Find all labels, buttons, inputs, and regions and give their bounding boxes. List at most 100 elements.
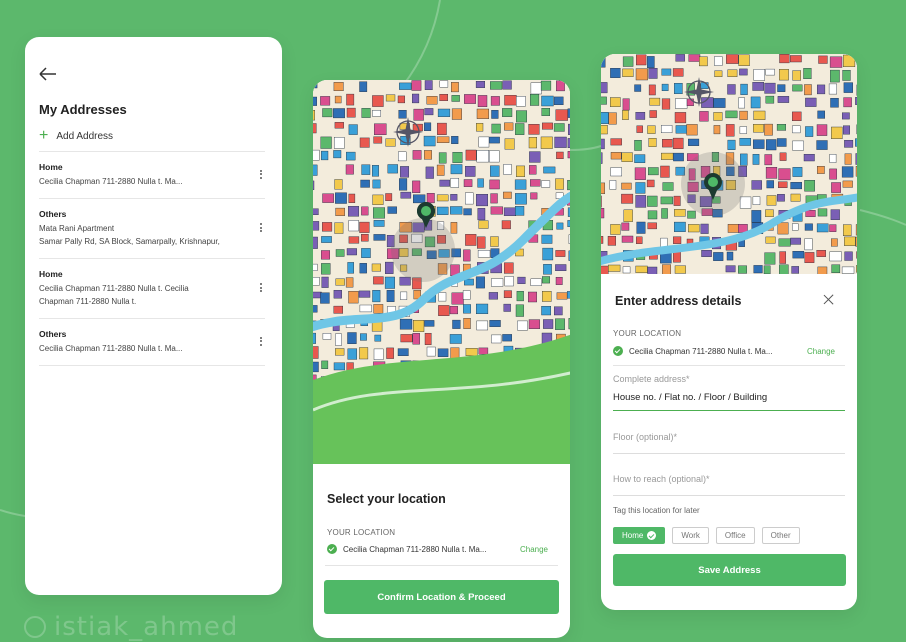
map-building [529, 93, 540, 106]
map-building [321, 263, 331, 275]
watermark: istiak_ahmed [24, 612, 238, 642]
map-building [399, 178, 408, 191]
map-building [752, 82, 765, 91]
map-building [373, 220, 385, 227]
address-item[interactable]: Home Cecilia Chapman 711-2880 Nulla t. M… [39, 151, 265, 198]
map-building [478, 347, 489, 355]
map-building [503, 191, 512, 199]
address-line: Cecilia Chapman 711-2880 Nulla t. Cecili… [39, 284, 189, 293]
map-building [649, 110, 657, 118]
map-building [764, 123, 773, 136]
map-building [313, 276, 320, 286]
map-building [791, 266, 800, 274]
map-building [436, 136, 450, 144]
map-building [831, 182, 841, 193]
floor-field[interactable]: Floor (optional)* [613, 432, 845, 454]
map-building [791, 223, 799, 231]
address-item[interactable]: Others Cecilia Chapman 711-2880 Nulla t.… [39, 318, 265, 366]
change-location-link[interactable]: Change [520, 545, 548, 554]
more-options-icon[interactable] [257, 335, 265, 349]
map-building [530, 192, 538, 200]
address-item[interactable]: Others Mata Rani Apartment Samar Pally R… [39, 198, 265, 258]
map-building [361, 233, 369, 242]
map-building [313, 263, 318, 271]
map-building [372, 165, 379, 177]
map-building [608, 112, 617, 125]
map-building [541, 234, 553, 244]
more-options-icon[interactable] [257, 168, 265, 182]
map-building [842, 125, 850, 135]
map-building [555, 178, 564, 190]
tag-work[interactable]: Work [672, 527, 709, 544]
confirm-location-button[interactable]: Confirm Location & Proceed [324, 580, 559, 614]
map-building [347, 262, 354, 274]
map-building [687, 210, 696, 219]
map-building [674, 112, 687, 124]
map-building [516, 110, 528, 123]
address-details-screen: Enter address details YOUR LOCATION Ceci… [601, 54, 857, 610]
add-address-label: Add Address [56, 130, 114, 142]
map-building [359, 81, 368, 92]
map-building [346, 151, 356, 161]
complete-address-field[interactable]: Complete address* House no. / Flat no. /… [613, 374, 845, 411]
map-building [622, 56, 634, 67]
map-building [700, 223, 709, 234]
map-building [374, 334, 382, 342]
map-building [450, 206, 463, 215]
map-building [621, 182, 632, 190]
map-building [333, 289, 342, 299]
how-to-reach-field[interactable]: How to reach (optional)* [613, 474, 845, 496]
map-building [567, 138, 570, 149]
map-building [490, 193, 498, 204]
add-address-button[interactable]: + Add Address [39, 128, 114, 144]
more-options-icon[interactable] [257, 222, 265, 236]
arrow-left-icon[interactable] [39, 67, 57, 81]
map-building [830, 69, 840, 83]
map-building [725, 265, 736, 273]
map-building [514, 193, 527, 205]
tag-other[interactable]: Other [761, 527, 800, 544]
location-value: Cecilia Chapman 711-2880 Nulla t. Ma... [343, 544, 487, 554]
map-view[interactable] [601, 54, 857, 274]
map-building [399, 82, 412, 90]
map-building [740, 83, 748, 95]
map-building [373, 136, 383, 144]
map-building [648, 67, 658, 79]
map-building [649, 97, 661, 106]
map-building [555, 250, 566, 257]
map-building [321, 150, 329, 161]
map-building [648, 167, 659, 176]
map-building [753, 69, 765, 81]
map-building [313, 305, 318, 313]
tag-home[interactable]: Home [613, 527, 666, 544]
close-icon[interactable] [823, 294, 835, 306]
map-building [540, 136, 553, 149]
map-building [842, 180, 853, 188]
map-building [601, 138, 605, 150]
address-item[interactable]: Home Cecilia Chapman 711-2880 Nulla t. C… [39, 258, 265, 318]
map-building [475, 81, 486, 88]
map-building [516, 290, 524, 302]
check-circle-icon [327, 544, 337, 554]
tag-office[interactable]: Office [715, 527, 755, 544]
map-building [725, 124, 735, 137]
map-building [817, 266, 828, 274]
map-building [776, 123, 787, 131]
map-building [567, 220, 570, 227]
map-building [313, 180, 315, 190]
map-building [411, 93, 420, 104]
map-building [477, 178, 484, 188]
change-location-link[interactable]: Change [807, 347, 835, 356]
map-building [778, 181, 788, 188]
map-building [841, 166, 854, 178]
map-building [601, 265, 609, 274]
map-building [831, 264, 841, 273]
save-address-button[interactable]: Save Address [613, 554, 846, 586]
more-options-icon[interactable] [257, 282, 265, 296]
map-building [777, 194, 785, 202]
map-building [765, 68, 775, 76]
map-building [739, 68, 748, 76]
map-building [514, 179, 527, 190]
map-building [426, 96, 438, 105]
map-view[interactable] [313, 80, 570, 464]
